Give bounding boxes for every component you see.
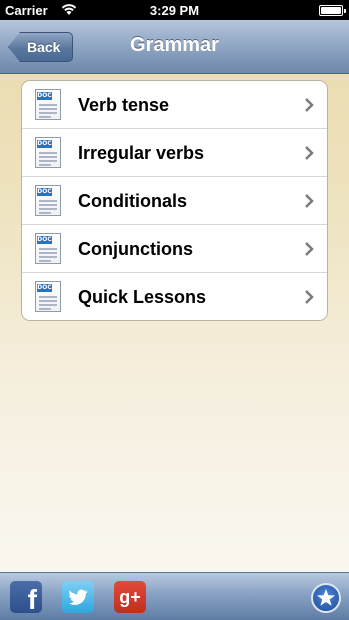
facebook-icon[interactable]: f <box>10 581 42 613</box>
grammar-list: DOC Verb tense DOC Irregular verbs DOC C… <box>21 80 328 321</box>
doc-icon: DOC <box>35 137 61 168</box>
doc-icon: DOC <box>35 185 61 216</box>
back-button[interactable]: Back <box>8 32 74 62</box>
list-item-conjunctions[interactable]: DOC Conjunctions <box>22 224 327 272</box>
chevron-right-icon <box>305 98 314 112</box>
list-item-verb-tense[interactable]: DOC Verb tense <box>22 81 327 128</box>
battery-icon <box>319 5 346 16</box>
star-shape-icon <box>317 589 335 606</box>
doc-icon: DOC <box>35 233 61 264</box>
chevron-right-icon <box>305 290 314 304</box>
list-item-conditionals[interactable]: DOC Conditionals <box>22 176 327 224</box>
list-item-label: Conditionals <box>78 191 187 211</box>
google-plus-icon[interactable]: g+ <box>114 581 146 613</box>
clock: 3:29 PM <box>149 3 200 18</box>
doc-icon: DOC <box>35 89 61 120</box>
chevron-right-icon <box>305 146 314 160</box>
chevron-right-icon <box>305 242 314 256</box>
list-item-label: Verb tense <box>78 95 170 115</box>
doc-icon: DOC <box>35 281 61 312</box>
list-item-quick-lessons[interactable]: DOC Quick Lessons <box>22 272 327 320</box>
list-item-irregular-verbs[interactable]: DOC Irregular verbs <box>22 128 327 176</box>
navigation-bar: Back Grammar <box>0 20 349 74</box>
list-item-label: Quick Lessons <box>78 287 207 307</box>
carrier-label: Carrier <box>5 3 48 18</box>
twitter-bird-icon <box>69 589 88 605</box>
bottom-toolbar: f g+ <box>0 572 349 620</box>
status-bar: Carrier 3:29 PM <box>0 0 349 20</box>
wifi-icon <box>61 4 77 15</box>
list-item-label: Irregular verbs <box>78 143 205 163</box>
list-item-label: Conjunctions <box>78 239 193 259</box>
twitter-icon[interactable] <box>62 581 94 613</box>
chevron-right-icon <box>305 194 314 208</box>
star-icon[interactable] <box>311 583 341 613</box>
